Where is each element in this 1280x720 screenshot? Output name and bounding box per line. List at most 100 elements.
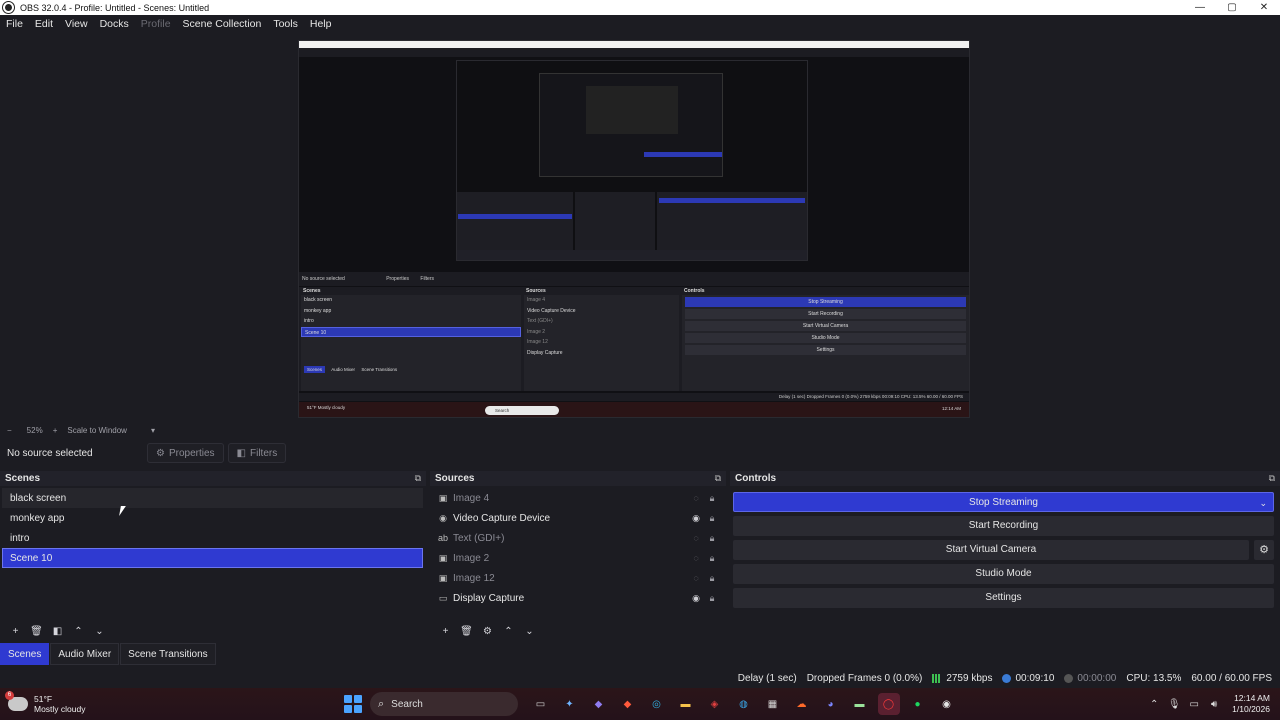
source-item[interactable]: ▭ Display Capture ◉ 🔒︎: [430, 588, 726, 608]
menu-file[interactable]: File: [0, 18, 29, 30]
opera-icon[interactable]: ◯: [877, 693, 900, 715]
scale-mode-label[interactable]: Scale to Window: [67, 426, 127, 435]
move-down-icon[interactable]: ⌄: [519, 626, 540, 637]
cpu-usage: CPU: 13.5%: [1126, 672, 1182, 684]
obs-taskbar-icon[interactable]: ◉: [936, 693, 958, 715]
properties-button[interactable]: ⚙ Properties: [147, 443, 224, 463]
antivirus-icon[interactable]: ◈: [704, 693, 726, 715]
add-source-icon[interactable]: +: [435, 626, 456, 637]
virtual-camera-settings-icon[interactable]: ⚙: [1254, 540, 1274, 560]
lock-icon[interactable]: 🔒︎: [704, 533, 720, 544]
discord-icon[interactable]: ◕: [820, 693, 842, 715]
preview-window-titlebar: [299, 41, 969, 48]
chevron-down-icon[interactable]: ⌄: [1259, 493, 1267, 513]
preview-scenes-title: Scenes: [301, 287, 521, 295]
network-icon[interactable]: ▭: [1184, 699, 1204, 710]
source-item[interactable]: ▣ Image 2 ◌ 🔒︎: [430, 548, 726, 568]
menu-tools[interactable]: Tools: [267, 18, 304, 30]
app-icon[interactable]: ◆: [617, 693, 639, 715]
preview-scene-row: intro: [304, 318, 314, 324]
soundcloud-icon[interactable]: ☁: [791, 693, 813, 715]
source-item[interactable]: ▣ Image 12 ◌ 🔒︎: [430, 568, 726, 588]
menu-docks[interactable]: Docks: [94, 18, 135, 30]
move-up-icon[interactable]: ⌃: [498, 626, 519, 637]
store-icon[interactable]: ▦: [762, 693, 784, 715]
preview-source-row: Text (GDI+): [527, 318, 553, 324]
move-up-icon[interactable]: ⌃: [68, 626, 89, 637]
settings-button[interactable]: Settings: [733, 588, 1274, 608]
scale-mode-dropdown-icon[interactable]: ▾: [151, 426, 155, 435]
chevron-up-icon[interactable]: ⌃: [1144, 699, 1164, 710]
teams-icon[interactable]: ◆: [588, 693, 610, 715]
minimize-button[interactable]: —: [1184, 2, 1216, 13]
undock-icon[interactable]: ⧉: [415, 473, 421, 484]
lock-icon[interactable]: 🔒︎: [704, 493, 720, 504]
remove-scene-icon[interactable]: 🗑: [26, 626, 47, 637]
scene-item[interactable]: monkey app: [2, 508, 423, 528]
visibility-hidden-icon[interactable]: ◌: [688, 533, 704, 543]
scenes-dock: Scenes ⧉ black screen monkey app intro S…: [0, 471, 426, 666]
lock-icon[interactable]: 🔒︎: [704, 573, 720, 584]
stop-streaming-button[interactable]: Stop Streaming ⌄: [733, 492, 1274, 512]
browser-icon[interactable]: ◍: [733, 693, 755, 715]
taskbar-search[interactable]: ⌕ Search: [370, 692, 518, 716]
scene-item[interactable]: intro: [2, 528, 423, 548]
source-name: Image 12: [453, 572, 495, 584]
maximize-button[interactable]: ▢: [1216, 2, 1248, 13]
menu-view[interactable]: View: [59, 18, 94, 30]
menu-profile[interactable]: Profile: [135, 18, 177, 30]
close-button[interactable]: ✕: [1248, 2, 1280, 13]
visibility-hidden-icon[interactable]: ◌: [688, 573, 704, 583]
scene-item[interactable]: black screen: [2, 488, 423, 508]
zoom-out-button[interactable]: −: [7, 426, 12, 435]
source-item[interactable]: ◉ Video Capture Device ◉ 🔒︎: [430, 508, 726, 528]
scene-item-selected[interactable]: Scene 10: [2, 548, 423, 568]
clock[interactable]: 12:14 AM 1/10/2026: [1232, 693, 1270, 715]
windows-start-icon[interactable]: [344, 695, 362, 713]
start-recording-button[interactable]: Start Recording: [733, 516, 1274, 536]
filter-icon: ◧: [236, 447, 246, 459]
file-explorer-icon[interactable]: ▬: [675, 693, 697, 715]
terminal-icon[interactable]: ▬: [849, 693, 871, 715]
tab-scene-transitions[interactable]: Scene Transitions: [120, 643, 216, 665]
copilot-icon[interactable]: ✦: [559, 693, 581, 715]
microphone-icon[interactable]: 🎙︎: [1164, 699, 1184, 710]
tab-scenes[interactable]: Scenes: [0, 643, 50, 665]
edge-icon[interactable]: ◎: [646, 693, 668, 715]
undock-icon[interactable]: ⧉: [715, 473, 721, 484]
move-down-icon[interactable]: ⌄: [89, 626, 110, 637]
source-item[interactable]: ab Text (GDI+) ◌ 🔒︎: [430, 528, 726, 548]
menu-scene-collection[interactable]: Scene Collection: [177, 18, 268, 30]
weather-widget[interactable]: 6 51°F Mostly cloudy: [5, 691, 98, 714]
scene-filters-icon[interactable]: ◧: [47, 626, 68, 637]
task-view-icon[interactable]: ▭: [530, 693, 552, 715]
lock-icon[interactable]: 🔒︎: [704, 593, 720, 604]
visibility-icon[interactable]: ◉: [688, 593, 704, 604]
menu-edit[interactable]: Edit: [29, 18, 59, 30]
visibility-hidden-icon[interactable]: ◌: [688, 493, 704, 503]
menu-help[interactable]: Help: [304, 18, 338, 30]
add-scene-icon[interactable]: +: [5, 626, 26, 637]
preview-source-row: Image 12: [527, 339, 548, 345]
undock-icon[interactable]: ⧉: [1269, 473, 1275, 484]
tab-audio-mixer[interactable]: Audio Mixer: [50, 643, 120, 665]
source-properties-icon[interactable]: ⚙: [477, 626, 498, 637]
spotify-icon[interactable]: ●: [907, 693, 929, 715]
preview-canvas[interactable]: No source selected Properties Filters Sc…: [298, 40, 970, 418]
visibility-icon[interactable]: ◉: [688, 513, 704, 524]
filters-button[interactable]: ◧ Filters: [227, 443, 287, 463]
obs-logo-icon: [2, 1, 15, 14]
remove-source-icon[interactable]: 🗑: [456, 626, 477, 637]
visibility-hidden-icon[interactable]: ◌: [688, 553, 704, 563]
lock-icon[interactable]: 🔒︎: [704, 553, 720, 564]
source-item[interactable]: ▣ Image 4 ◌ 🔒︎: [430, 488, 726, 508]
search-icon: ⌕: [378, 697, 385, 710]
preview-control-button: Stop Streaming: [685, 297, 966, 307]
lock-icon[interactable]: 🔒︎: [704, 513, 720, 524]
start-virtual-camera-button[interactable]: Start Virtual Camera: [733, 540, 1249, 560]
volume-icon[interactable]: 🔊︎: [1204, 699, 1224, 710]
preview-control-button: Start Recording: [685, 309, 966, 319]
preview-docks: Scenes black screen monkey app intro Sce…: [299, 287, 969, 391]
studio-mode-button[interactable]: Studio Mode: [733, 564, 1274, 584]
zoom-in-button[interactable]: +: [53, 426, 58, 435]
